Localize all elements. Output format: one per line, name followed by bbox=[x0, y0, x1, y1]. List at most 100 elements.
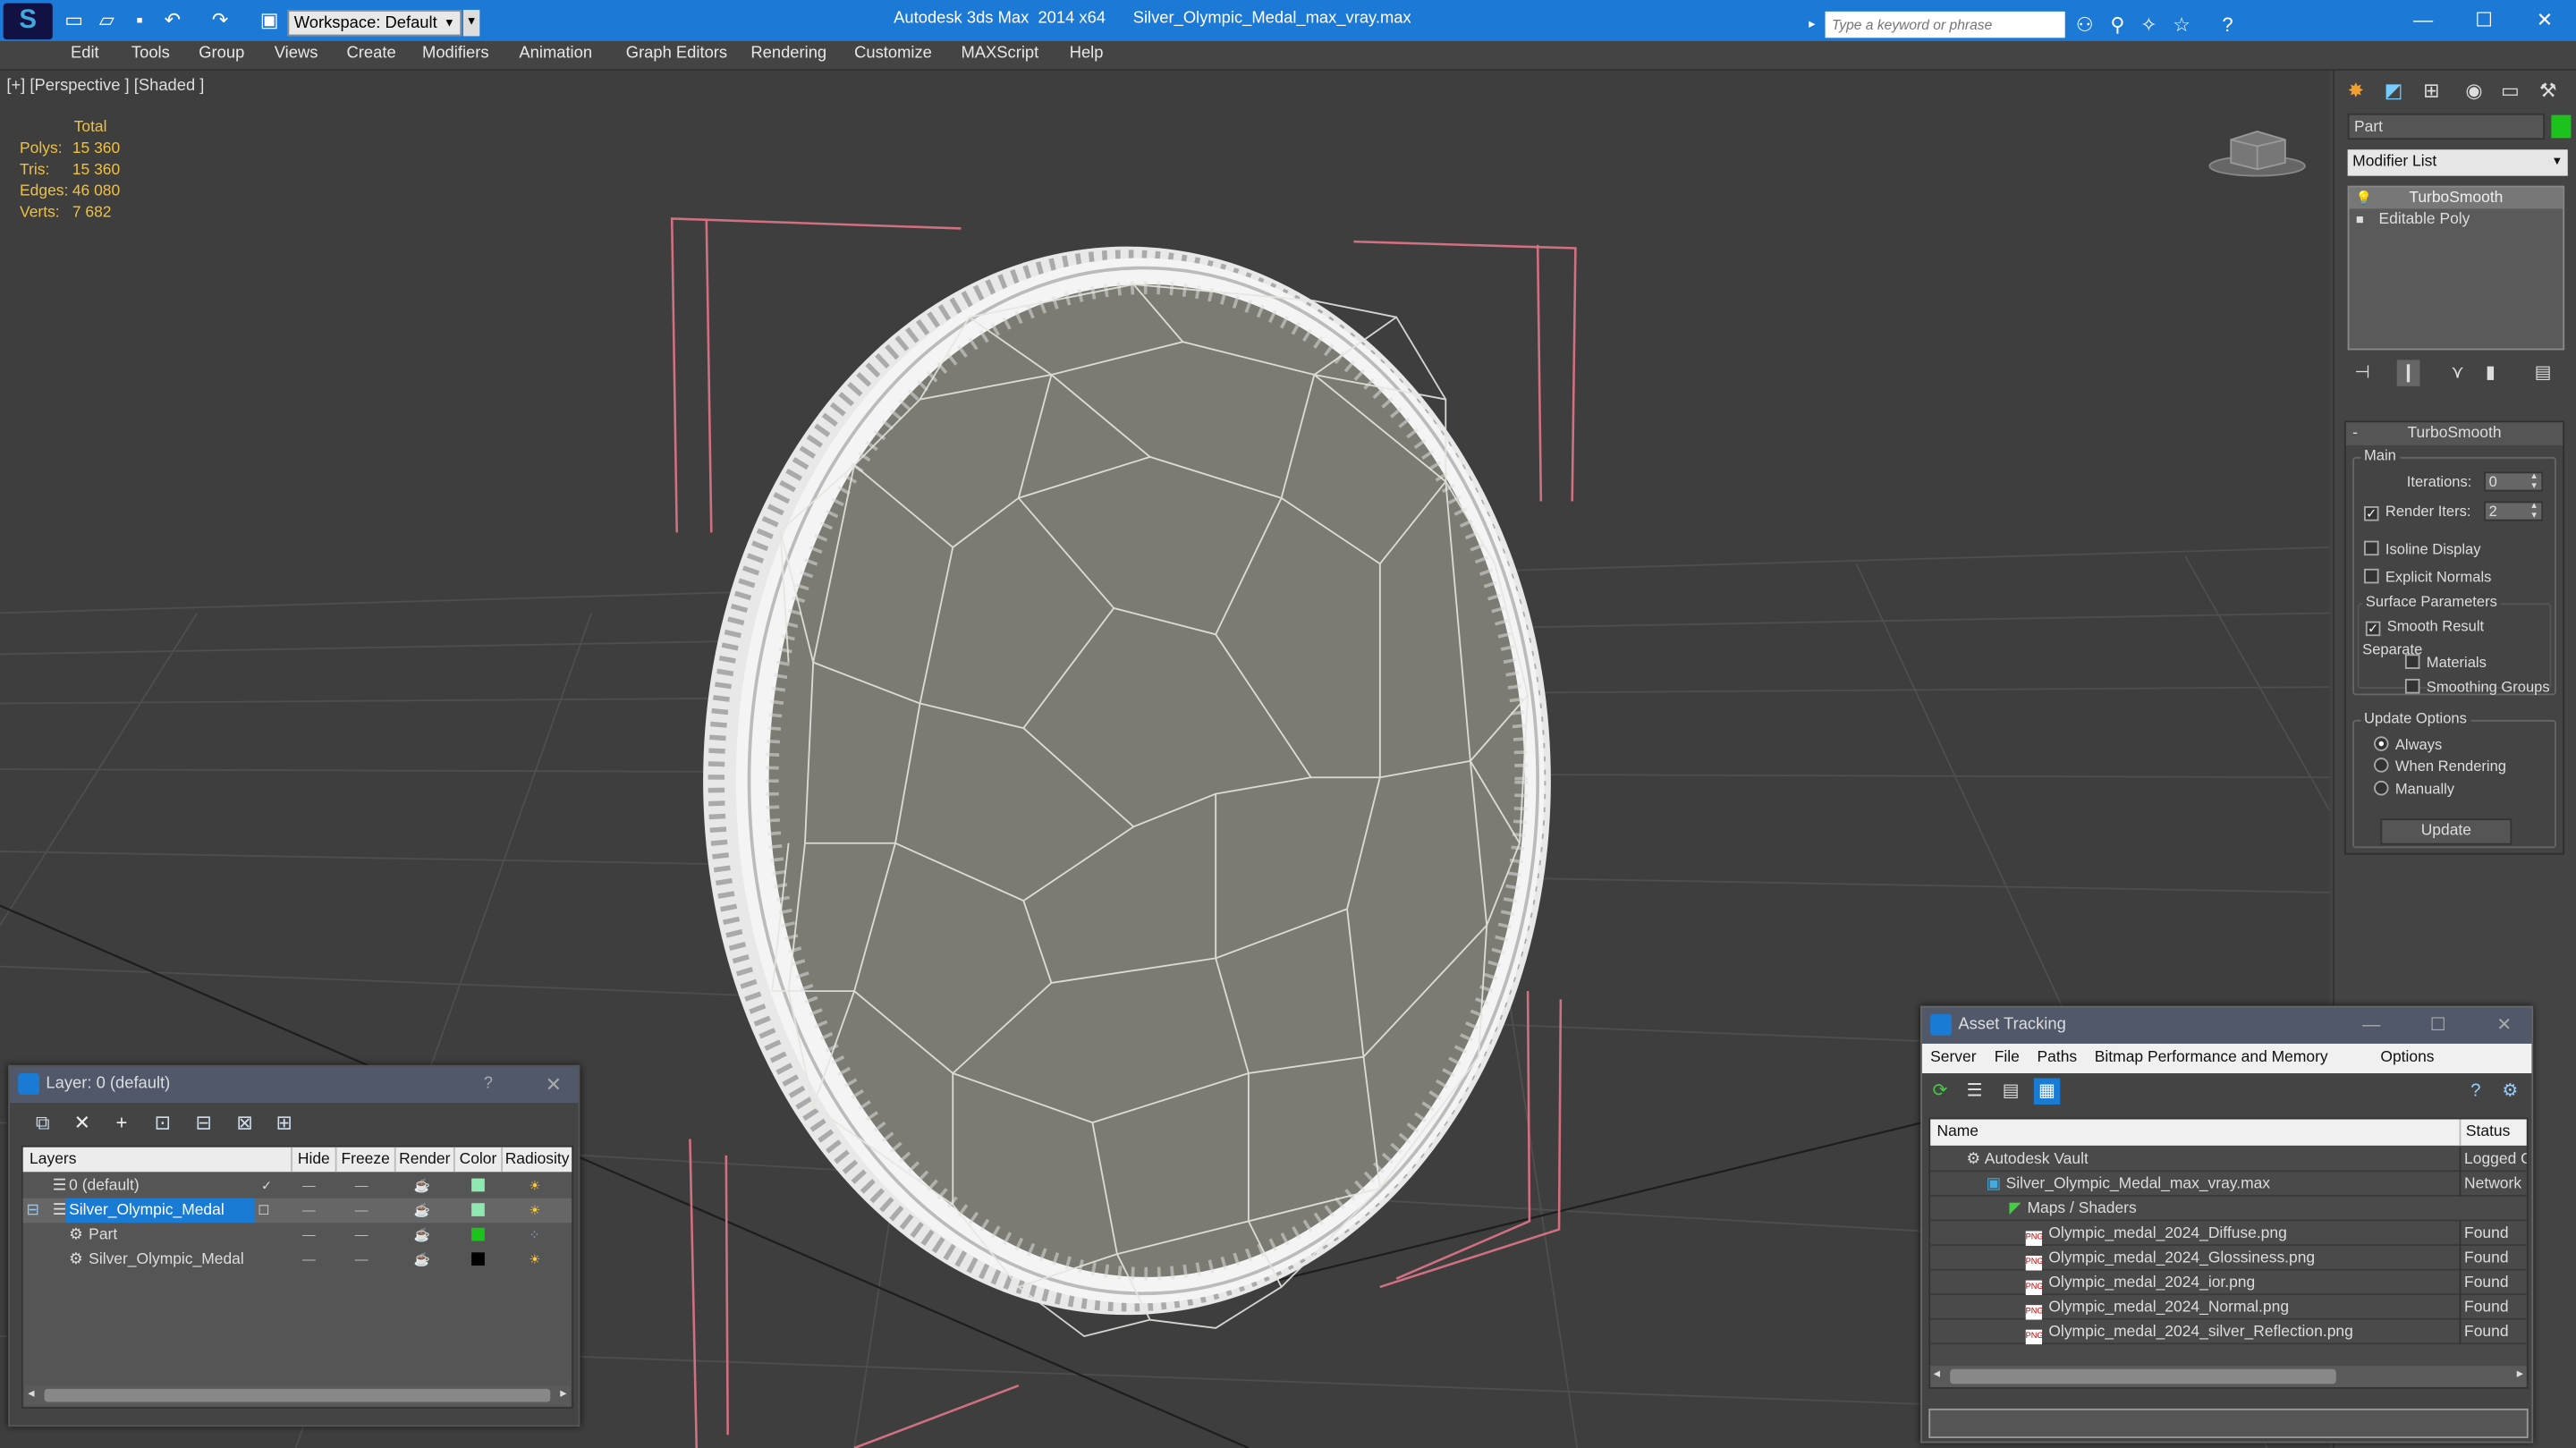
highlight-selected-layer-icon[interactable]: ⊟ bbox=[191, 1109, 216, 1135]
add-to-layer-icon[interactable]: + bbox=[108, 1109, 134, 1135]
menu-views[interactable]: Views bbox=[275, 45, 318, 63]
hide-toggle[interactable]: — bbox=[302, 1173, 316, 1198]
maximize-icon[interactable]: ☐ bbox=[2430, 1008, 2446, 1044]
minimize-icon[interactable]: — bbox=[2399, 4, 2448, 37]
minimize-icon[interactable]: — bbox=[2362, 1008, 2380, 1044]
render-iters-spinner[interactable]: 2 bbox=[2484, 501, 2544, 521]
motion-tab-icon[interactable]: ◉ bbox=[2458, 76, 2491, 106]
tree-view-icon[interactable]: ▤ bbox=[1997, 1079, 2023, 1105]
isoline-checkbox[interactable] bbox=[2364, 540, 2379, 556]
col-hide[interactable]: Hide bbox=[291, 1147, 335, 1173]
freeze-toggle[interactable]: — bbox=[355, 1248, 369, 1273]
utilities-tab-icon[interactable]: ⚒ bbox=[2531, 76, 2564, 106]
radiosity-icon[interactable]: ⁘ bbox=[529, 1223, 539, 1248]
menu-edit[interactable]: Edit bbox=[71, 45, 99, 63]
viewport-label[interactable]: [+] [Perspective ] [Shaded ] bbox=[6, 77, 204, 95]
menu-create[interactable]: Create bbox=[347, 45, 396, 63]
vault-help-icon[interactable]: ? bbox=[2462, 1079, 2488, 1105]
object-color-swatch[interactable] bbox=[471, 1223, 485, 1248]
smooth-result-checkbox[interactable]: ✓ bbox=[2365, 621, 2381, 637]
menu-file[interactable]: File bbox=[1995, 1048, 2020, 1066]
project-folder-icon[interactable]: ▣ bbox=[258, 8, 281, 31]
table-view-icon[interactable]: ▦ bbox=[2033, 1078, 2061, 1105]
scroll-left-icon[interactable]: ◂ bbox=[28, 1385, 34, 1401]
help-icon[interactable]: ? bbox=[2215, 12, 2241, 38]
delete-layer-icon[interactable]: ✕ bbox=[69, 1109, 95, 1135]
layer-object-row-part[interactable]: ⚙ Part — — ☕ ⁘ bbox=[23, 1223, 572, 1248]
layer-object-row-silver-olympic-medal[interactable]: ⚙ Silver_Olympic_Medal — — ☕ ☀ bbox=[23, 1248, 572, 1273]
menu-tools[interactable]: Tools bbox=[131, 45, 170, 63]
binoculars-icon[interactable]: ⚇ bbox=[2072, 12, 2097, 38]
expand-icon[interactable]: ■ bbox=[2356, 208, 2364, 230]
workspace-menu-arrow[interactable]: ▼ bbox=[462, 10, 480, 37]
menu-server[interactable]: Server bbox=[1930, 1048, 1976, 1066]
make-unique-icon[interactable]: ⋎ bbox=[2446, 360, 2470, 385]
asset-row-ior[interactable]: PNG Olympic_medal_2024_ior.png Found bbox=[1930, 1270, 2527, 1296]
radiosity-icon[interactable]: ☀ bbox=[529, 1173, 540, 1198]
col-status[interactable]: Status bbox=[2459, 1119, 2510, 1146]
communication-icon[interactable]: ✧ bbox=[2136, 12, 2162, 38]
asset-row-max-file[interactable]: ▣ Silver_Olympic_Medal_max_vray.max Netw… bbox=[1930, 1172, 2527, 1197]
menu-bitmap-performance[interactable]: Bitmap Performance and Memory bbox=[2095, 1048, 2328, 1066]
hide-toggle[interactable]: — bbox=[302, 1198, 316, 1224]
scroll-left-icon[interactable]: ◂ bbox=[1934, 1366, 1940, 1381]
layer-row-default[interactable]: ☰ 0 (default) ✓ — — ☕ ☀ bbox=[23, 1173, 572, 1198]
smoothing-groups-checkbox[interactable] bbox=[2404, 678, 2420, 694]
modifier-list-dropdown[interactable]: Modifier List ▼ bbox=[2347, 149, 2568, 176]
configure-modifier-sets-icon[interactable]: ▤ bbox=[2531, 360, 2555, 385]
asset-window-titlebar[interactable]: Asset Tracking — ☐ ✕ bbox=[1921, 1007, 2532, 1044]
freeze-toggle[interactable]: — bbox=[355, 1173, 369, 1198]
scrollbar-thumb[interactable] bbox=[1950, 1368, 2336, 1384]
refresh-icon[interactable]: ⟳ bbox=[1927, 1079, 1953, 1105]
stack-item-editable-poly[interactable]: ■ Editable Poly bbox=[2349, 208, 2563, 230]
scroll-right-icon[interactable]: ▸ bbox=[2517, 1366, 2523, 1381]
create-layer-icon[interactable]: ⧉ bbox=[30, 1109, 55, 1135]
menu-animation[interactable]: Animation bbox=[519, 45, 592, 63]
freeze-all-layers-icon[interactable]: ⊞ bbox=[271, 1109, 297, 1135]
search-input[interactable] bbox=[1825, 11, 2065, 38]
radiosity-icon[interactable]: ☀ bbox=[529, 1248, 540, 1273]
expand-icon[interactable]: ⊟ bbox=[26, 1198, 39, 1224]
display-tab-icon[interactable]: ▭ bbox=[2494, 76, 2527, 106]
radiosity-icon[interactable]: ☀ bbox=[529, 1198, 540, 1224]
asset-status-field[interactable] bbox=[1928, 1408, 2529, 1438]
render-teapot-icon[interactable]: ☕ bbox=[414, 1198, 430, 1224]
layer-color-swatch[interactable] bbox=[471, 1173, 485, 1198]
redo-icon[interactable]: ↷ bbox=[208, 8, 232, 31]
asset-row-diffuse[interactable]: PNG Olympic_medal_2024_Diffuse.png Found bbox=[1930, 1221, 2527, 1246]
object-name-field[interactable] bbox=[2347, 113, 2546, 140]
asset-row-vault[interactable]: ⚙ Autodesk Vault Logged O bbox=[1930, 1147, 2527, 1173]
scroll-right-icon[interactable]: ▸ bbox=[560, 1385, 566, 1401]
horizontal-scrollbar[interactable]: ◂ ▸ bbox=[1930, 1366, 2527, 1388]
col-color[interactable]: Color bbox=[453, 1147, 501, 1173]
render-teapot-icon[interactable]: ☕ bbox=[414, 1173, 430, 1198]
stack-item-turbosmooth[interactable]: 💡 TurboSmooth bbox=[2349, 187, 2563, 209]
menu-paths[interactable]: Paths bbox=[2038, 1048, 2078, 1066]
update-button[interactable]: Update bbox=[2380, 818, 2512, 845]
menu-options[interactable]: Options bbox=[2380, 1048, 2434, 1066]
menu-group[interactable]: Group bbox=[199, 45, 244, 63]
when-rendering-radio[interactable] bbox=[2374, 758, 2389, 773]
modify-tab-icon[interactable]: ◩ bbox=[2377, 76, 2411, 106]
favorites-star-icon[interactable]: ☆ bbox=[2168, 12, 2194, 38]
col-radiosity[interactable]: Radiosity bbox=[501, 1147, 572, 1173]
explicit-normals-checkbox[interactable] bbox=[2364, 568, 2379, 584]
asset-row-maps[interactable]: ◤ Maps / Shaders bbox=[1930, 1197, 2527, 1222]
object-color-swatch[interactable] bbox=[2551, 114, 2572, 139]
hierarchy-tab-icon[interactable]: ⊞ bbox=[2415, 76, 2448, 106]
freeze-toggle[interactable]: — bbox=[355, 1223, 369, 1248]
close-icon[interactable]: ✕ bbox=[546, 1067, 562, 1103]
menu-help[interactable]: Help bbox=[1070, 45, 1104, 63]
render-teapot-icon[interactable]: ☕ bbox=[414, 1248, 430, 1273]
search-expand-icon[interactable]: ▸ bbox=[1809, 12, 1825, 38]
horizontal-scrollbar[interactable]: ◂ ▸ bbox=[24, 1385, 571, 1406]
undo-icon[interactable]: ↶ bbox=[161, 8, 184, 31]
layer-window-titlebar[interactable]: Layer: 0 (default) ? ✕ bbox=[10, 1066, 579, 1104]
vault-settings-icon[interactable]: ⚙ bbox=[2497, 1079, 2523, 1105]
hide-toggle[interactable]: — bbox=[302, 1223, 316, 1248]
open-file-icon[interactable]: ▱ bbox=[96, 8, 119, 31]
menu-maxscript[interactable]: MAXScript bbox=[961, 45, 1038, 63]
app-menu-button[interactable]: S bbox=[3, 3, 53, 40]
help-button[interactable]: ? bbox=[484, 1067, 493, 1103]
current-layer-check-icon[interactable]: ✓ bbox=[261, 1173, 272, 1198]
